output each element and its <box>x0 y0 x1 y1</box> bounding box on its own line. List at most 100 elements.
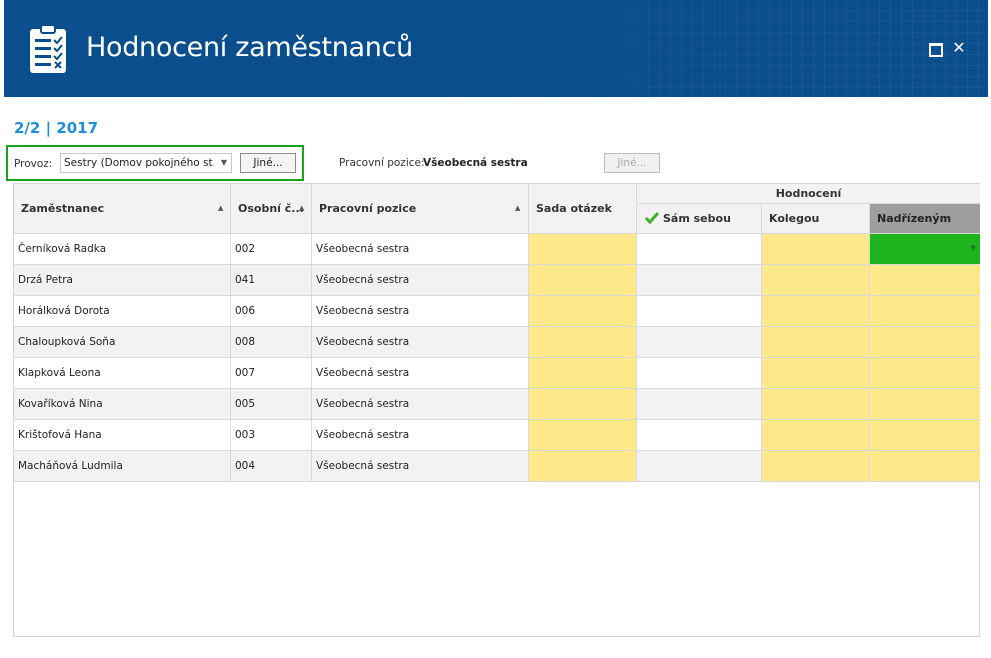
cell-employee-text: Drzá Petra <box>18 274 73 286</box>
cell-superior[interactable]: ▼ <box>870 234 980 264</box>
column-header-employee[interactable]: Zaměstnanec ▲ <box>14 184 231 234</box>
cell-colleague[interactable] <box>762 420 870 450</box>
cell-personal-number: 008 <box>231 327 312 357</box>
cell-employee: Macháňová Ludmila <box>14 451 231 481</box>
cell-personal-number: 003 <box>231 420 312 450</box>
cell-employee: Krištofová Hana <box>14 420 231 450</box>
cell-superior[interactable] <box>870 451 980 481</box>
cell-personal-number-text: 007 <box>235 367 256 379</box>
cell-colleague[interactable] <box>762 358 870 388</box>
table-row[interactable]: Macháňová Ludmila 004 Všeobecná sestra <box>14 451 980 482</box>
cell-question-set[interactable] <box>529 327 637 357</box>
cell-question-set[interactable] <box>529 296 637 326</box>
cell-position-text: Všeobecná sestra <box>316 367 410 379</box>
cell-position: Všeobecná sestra <box>312 420 529 450</box>
cell-position: Všeobecná sestra <box>312 265 529 295</box>
column-header-colleague[interactable]: Kolegou <box>762 204 870 234</box>
table-row[interactable]: Černíková Radka 002 Všeobecná sestra ▼ <box>14 234 980 265</box>
cell-self[interactable] <box>637 327 762 357</box>
table-row[interactable]: Krištofová Hana 003 Všeobecná sestra <box>14 420 980 451</box>
cell-superior[interactable] <box>870 327 980 357</box>
cell-personal-number-text: 008 <box>235 336 256 348</box>
cell-self[interactable] <box>637 265 762 295</box>
cell-position: Všeobecná sestra <box>312 296 529 326</box>
cell-personal-number: 004 <box>231 451 312 481</box>
app-header-banner: Hodnocení zaměstnanců ✕ <box>4 0 988 97</box>
cell-question-set[interactable] <box>529 358 637 388</box>
column-header-superior[interactable]: Nadřízeným <box>870 204 980 234</box>
cell-self[interactable] <box>637 389 762 419</box>
cell-position-text: Všeobecná sestra <box>316 429 410 441</box>
table-row[interactable]: Klapková Leona 007 Všeobecná sestra <box>14 358 980 389</box>
cell-question-set[interactable] <box>529 234 637 264</box>
cell-question-set[interactable] <box>529 265 637 295</box>
cell-personal-number-text: 002 <box>235 243 256 255</box>
chevron-down-icon[interactable]: ▼ <box>971 244 976 252</box>
app-title: Hodnocení zaměstnanců <box>86 32 413 63</box>
cell-position-text: Všeobecná sestra <box>316 305 410 317</box>
cell-employee-text: Macháňová Ludmila <box>18 460 123 472</box>
cell-personal-number: 007 <box>231 358 312 388</box>
table-row[interactable]: Drzá Petra 041 Všeobecná sestra <box>14 265 980 296</box>
cell-position-text: Všeobecná sestra <box>316 398 410 410</box>
cell-personal-number-text: 003 <box>235 429 256 441</box>
provoz-select[interactable]: Sestry (Domov pokojného st... ▼ <box>60 153 232 173</box>
cell-superior[interactable] <box>870 420 980 450</box>
cell-position-text: Všeobecná sestra <box>316 336 410 348</box>
cell-superior[interactable] <box>870 389 980 419</box>
cell-self[interactable] <box>637 296 762 326</box>
cell-colleague[interactable] <box>762 451 870 481</box>
cell-position-text: Všeobecná sestra <box>316 243 410 255</box>
cell-personal-number: 005 <box>231 389 312 419</box>
chevron-down-icon: ▼ <box>220 158 227 167</box>
clipboard-checklist-icon <box>30 24 66 73</box>
column-header-personal-number[interactable]: Osobní č... ▲ <box>231 184 312 234</box>
column-header-self[interactable]: Sám sebou <box>637 204 762 234</box>
cell-self[interactable] <box>637 451 762 481</box>
table-row[interactable]: Chaloupková Soňa 008 Všeobecná sestra <box>14 327 980 358</box>
cell-question-set[interactable] <box>529 451 637 481</box>
cell-position: Všeobecná sestra <box>312 327 529 357</box>
provoz-other-button[interactable]: Jiné... <box>240 153 296 173</box>
cell-position: Všeobecná sestra <box>312 389 529 419</box>
cell-superior[interactable] <box>870 358 980 388</box>
cell-colleague[interactable] <box>762 234 870 264</box>
cell-self[interactable] <box>637 234 762 264</box>
cell-employee-text: Krištofová Hana <box>18 429 102 441</box>
cell-personal-number: 041 <box>231 265 312 295</box>
column-header-position[interactable]: Pracovní pozice ▲ <box>312 184 529 234</box>
cell-question-set[interactable] <box>529 420 637 450</box>
close-icon[interactable]: ✕ <box>951 40 967 56</box>
table-row[interactable]: Horálková Dorota 006 Všeobecná sestra <box>14 296 980 327</box>
cell-employee-text: Černíková Radka <box>18 243 107 255</box>
sort-asc-icon: ▲ <box>299 204 305 212</box>
cell-colleague[interactable] <box>762 327 870 357</box>
period-label: 2/2 | 2017 <box>14 119 99 137</box>
cell-self[interactable] <box>637 420 762 450</box>
sort-asc-icon: ▲ <box>218 204 224 212</box>
checkmark-icon <box>645 212 659 224</box>
provoz-select-value: Sestry (Domov pokojného st... <box>64 157 214 169</box>
cell-employee: Chaloupková Soňa <box>14 327 231 357</box>
position-filter-value: Všeobecná sestra <box>423 157 528 169</box>
cell-question-set[interactable] <box>529 389 637 419</box>
position-filter-label: Pracovní pozice: <box>339 157 425 169</box>
maximize-icon[interactable] <box>926 40 943 57</box>
cell-colleague[interactable] <box>762 389 870 419</box>
employee-grid: Zaměstnanec ▲ Osobní č... ▲ Pracovní poz… <box>13 183 980 637</box>
table-row[interactable]: Kovaříková Nina 005 Všeobecná sestra <box>14 389 980 420</box>
cell-personal-number-text: 006 <box>235 305 256 317</box>
cell-employee-text: Chaloupková Soňa <box>18 336 116 348</box>
cell-position-text: Všeobecná sestra <box>316 460 410 472</box>
cell-colleague[interactable] <box>762 296 870 326</box>
cell-employee: Drzá Petra <box>14 265 231 295</box>
cell-personal-number: 006 <box>231 296 312 326</box>
cell-employee: Černíková Radka <box>14 234 231 264</box>
cell-personal-number-text: 041 <box>235 274 256 286</box>
cell-self[interactable] <box>637 358 762 388</box>
cell-employee-text: Kovaříková Nina <box>18 398 103 410</box>
cell-superior[interactable] <box>870 265 980 295</box>
cell-colleague[interactable] <box>762 265 870 295</box>
cell-superior[interactable] <box>870 296 980 326</box>
column-header-question-set[interactable]: Sada otázek <box>529 184 637 234</box>
